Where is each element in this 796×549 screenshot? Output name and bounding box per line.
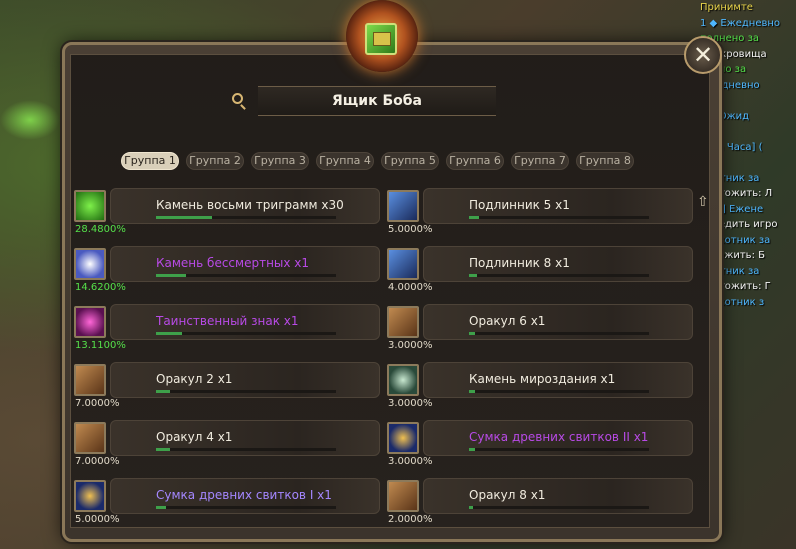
item-progress-fill — [469, 448, 475, 451]
item-progress-fill — [469, 390, 475, 393]
tab-group-5[interactable]: Группа 5 — [381, 152, 439, 170]
item-name: Камень бессмертных x1 — [156, 256, 310, 270]
item-name: Сумка древних свитков I x1 — [156, 488, 332, 502]
item-progress-fill — [469, 506, 473, 509]
treasure-box-icon — [365, 23, 397, 55]
mysterious-sign-icon[interactable] — [74, 306, 106, 338]
item-progress-bar — [156, 506, 336, 509]
item-drop-chance: 5.0000% — [388, 224, 433, 235]
search-icon[interactable] — [232, 93, 243, 104]
item-progress-fill — [156, 506, 166, 509]
window-title: Ящик Боба — [258, 86, 496, 116]
item-progress-bar — [469, 506, 649, 509]
item-progress-bar — [156, 274, 336, 277]
item-progress-fill — [469, 274, 477, 277]
item-name: Оракул 6 x1 — [469, 314, 546, 328]
item-progress-bar — [469, 332, 649, 335]
item-drop-chance: 3.0000% — [388, 398, 433, 409]
item-progress-fill — [156, 390, 170, 393]
item-progress-bar — [469, 448, 649, 451]
reward-item[interactable]: Подлинник 8 x1 4.0000% — [387, 246, 693, 293]
scroll-bag-icon[interactable] — [387, 422, 419, 454]
item-progress-fill — [469, 216, 479, 219]
item-progress-fill — [156, 332, 182, 335]
reward-item[interactable]: Подлинник 5 x1 5.0000% — [387, 188, 693, 235]
item-drop-chance: 28.4800% — [75, 224, 126, 235]
reward-item[interactable]: Камень восьми триграмм x30 28.4800% — [74, 188, 380, 235]
reward-item[interactable]: Сумка древних свитков I x1 5.0000% — [74, 478, 380, 525]
tab-group-3[interactable]: Группа 3 — [251, 152, 309, 170]
background-foliage — [0, 100, 60, 140]
reward-item[interactable]: Оракул 8 x1 2.0000% — [387, 478, 693, 525]
close-button[interactable]: ✕ — [684, 36, 722, 74]
oracle-book-icon[interactable] — [387, 480, 419, 512]
reward-item[interactable]: Оракул 4 x1 7.0000% — [74, 420, 380, 467]
item-progress-bar — [469, 274, 649, 277]
item-drop-chance: 3.0000% — [388, 340, 433, 351]
item-drop-chance: 2.0000% — [388, 514, 433, 525]
item-name: Подлинник 5 x1 — [469, 198, 570, 212]
reward-item[interactable]: Оракул 6 x1 3.0000% — [387, 304, 693, 351]
tab-group-4[interactable]: Группа 4 — [316, 152, 374, 170]
item-drop-chance: 13.1100% — [75, 340, 126, 351]
trigram-stone-icon[interactable] — [74, 190, 106, 222]
item-progress-fill — [156, 448, 170, 451]
item-drop-chance: 4.0000% — [388, 282, 433, 293]
item-name: Оракул 8 x1 — [469, 488, 546, 502]
item-name: Подлинник 8 x1 — [469, 256, 570, 270]
item-name: Сумка древних свитков II x1 — [469, 430, 649, 444]
reward-item[interactable]: Камень бессмертных x1 14.6200% — [74, 246, 380, 293]
reward-item[interactable]: Камень мироздания x1 3.0000% — [387, 362, 693, 409]
item-name: Камень восьми триграмм x30 — [156, 198, 344, 212]
original-book-icon[interactable] — [387, 248, 419, 280]
original-book-icon[interactable] — [387, 190, 419, 222]
oracle-book-icon[interactable] — [387, 306, 419, 338]
item-progress-bar — [156, 390, 336, 393]
item-drop-chance: 14.6200% — [75, 282, 126, 293]
scroll-bag-icon[interactable] — [74, 480, 106, 512]
chat-line: Принимте — [700, 2, 753, 13]
item-progress-fill — [156, 216, 212, 219]
tab-group-2[interactable]: Группа 2 — [186, 152, 244, 170]
item-drop-chance: 3.0000% — [388, 456, 433, 467]
item-drop-chance: 7.0000% — [75, 398, 120, 409]
item-name: Оракул 4 x1 — [156, 430, 233, 444]
item-drop-chance: 5.0000% — [75, 514, 120, 525]
chat-line: 1 ◆ Ежедневно — [700, 17, 781, 29]
scroll-up-arrow[interactable]: ⇧ — [697, 192, 709, 212]
immortal-stone-icon[interactable] — [74, 248, 106, 280]
item-name: Таинственный знак x1 — [156, 314, 299, 328]
reward-item[interactable]: Сумка древних свитков II x1 3.0000% — [387, 420, 693, 467]
tab-group-1[interactable]: Группа 1 — [121, 152, 179, 170]
oracle-book-icon[interactable] — [74, 422, 106, 454]
item-progress-bar — [156, 448, 336, 451]
item-progress-fill — [156, 274, 186, 277]
item-name: Камень мироздания x1 — [469, 372, 616, 386]
item-name: Оракул 2 x1 — [156, 372, 233, 386]
tab-group-8[interactable]: Группа 8 — [576, 152, 634, 170]
item-drop-chance: 7.0000% — [75, 456, 120, 467]
tab-group-6[interactable]: Группа 6 — [446, 152, 504, 170]
item-progress-bar — [469, 390, 649, 393]
creation-stone-icon[interactable] — [387, 364, 419, 396]
item-progress-bar — [156, 216, 336, 219]
tab-group-7[interactable]: Группа 7 — [511, 152, 569, 170]
item-progress-fill — [469, 332, 475, 335]
reward-item[interactable]: Таинственный знак x1 13.1100% — [74, 304, 380, 351]
oracle-book-icon[interactable] — [74, 364, 106, 396]
item-progress-bar — [156, 332, 336, 335]
reward-item[interactable]: Оракул 2 x1 7.0000% — [74, 362, 380, 409]
item-progress-bar — [469, 216, 649, 219]
